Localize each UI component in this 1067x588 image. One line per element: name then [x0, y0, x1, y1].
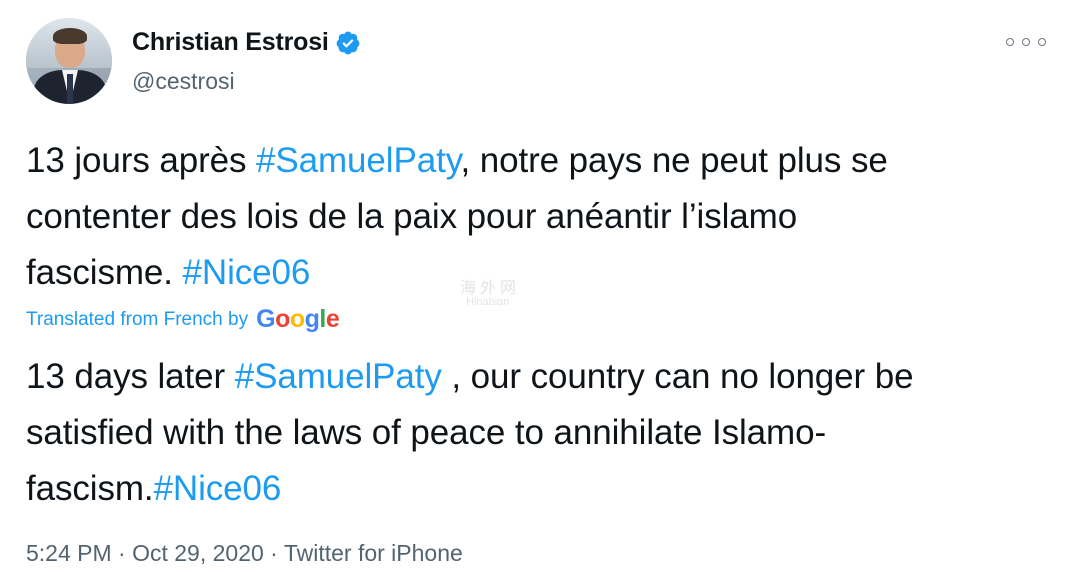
original-line-2: contenter des lois de la paix pour anéan… — [26, 197, 798, 236]
hashtag-link[interactable]: #Nice06 — [154, 469, 282, 508]
hashtag-link[interactable]: #Nice06 — [183, 253, 311, 292]
author-name-row: Christian Estrosi — [132, 28, 361, 57]
avatar[interactable] — [26, 18, 112, 104]
hashtag-link[interactable]: #SamuelPaty — [235, 357, 442, 396]
translated-line-2: satisfied with the laws of peace to anni… — [26, 413, 827, 452]
translated-line-3: fascism.#Nice06 — [26, 469, 282, 508]
google-logo: Google — [256, 305, 340, 333]
hashtag-link[interactable]: #SamuelPaty — [256, 141, 461, 180]
tweet-timestamp[interactable]: 5:24 PM · Oct 29, 2020 · Twitter for iPh… — [26, 540, 463, 567]
watermark: 海外网 Hinabian — [460, 280, 521, 308]
tweet-header: Christian Estrosi @cestrosi — [26, 18, 1046, 108]
translation-attribution[interactable]: Translated from French by Google — [26, 305, 340, 334]
more-options-icon[interactable] — [1006, 32, 1046, 52]
original-line-1: 13 jours après #SamuelPaty, notre pays n… — [26, 141, 888, 180]
translated-line-1: 13 days later #SamuelPaty , our country … — [26, 357, 914, 396]
tweet-translated-text: 13 days later #SamuelPaty , our country … — [26, 349, 1046, 517]
author-handle[interactable]: @cestrosi — [132, 68, 235, 95]
verified-badge-icon — [335, 30, 361, 56]
translation-label: Translated from French by — [26, 308, 249, 330]
tweet-card: Christian Estrosi @cestrosi 13 jours apr… — [0, 0, 1067, 588]
author-display-name[interactable]: Christian Estrosi — [132, 28, 329, 57]
